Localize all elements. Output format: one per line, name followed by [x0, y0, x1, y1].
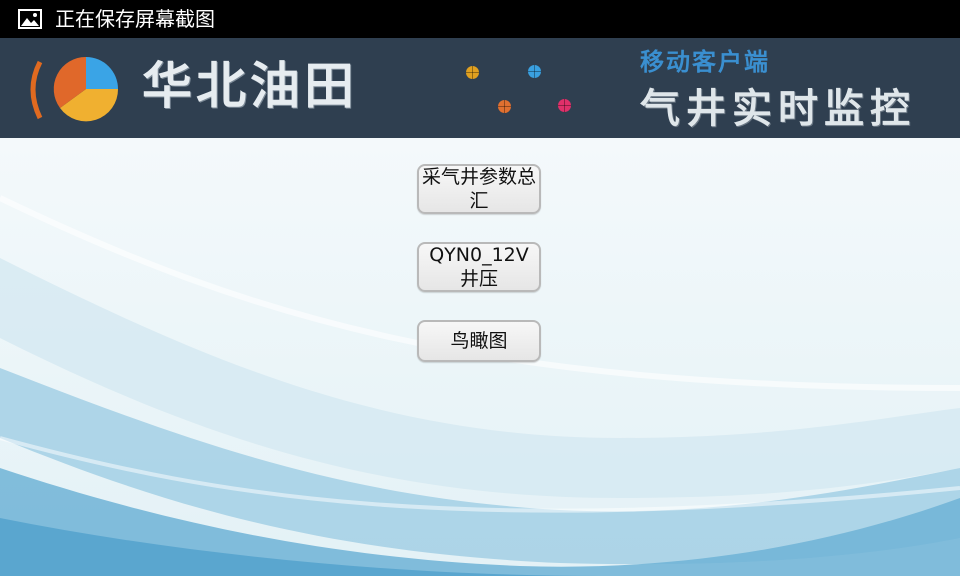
mobile-client-label: 移动客户端 — [640, 48, 770, 76]
decor-dot-blue — [528, 65, 541, 78]
app-header: 华北油田 移动客户端 气井实时监控 — [0, 38, 960, 138]
pie-chart-logo-icon — [30, 56, 119, 122]
status-text: 正在保存屏幕截图 — [55, 7, 215, 31]
decor-dot-pink — [558, 99, 571, 112]
decor-dot-red — [498, 100, 511, 113]
brand-name: 华北油田 — [142, 57, 358, 115]
gas-well-params-summary-button[interactable]: 采气井参数总汇 — [417, 164, 541, 214]
image-icon — [18, 9, 42, 29]
aerial-view-button[interactable]: 鸟瞰图 — [417, 320, 541, 362]
page-title: 气井实时监控 — [640, 86, 916, 132]
button-label: QYN0_12V井压 — [429, 244, 529, 290]
decor-dot-orange — [466, 66, 479, 79]
button-label: 鸟瞰图 — [450, 330, 508, 352]
main-content: 采气井参数总汇 QYN0_12V井压 鸟瞰图 — [0, 138, 960, 576]
status-bar: 正在保存屏幕截图 — [0, 0, 960, 38]
button-label: 采气井参数总汇 — [421, 166, 536, 212]
well-pressure-button[interactable]: QYN0_12V井压 — [417, 242, 541, 292]
